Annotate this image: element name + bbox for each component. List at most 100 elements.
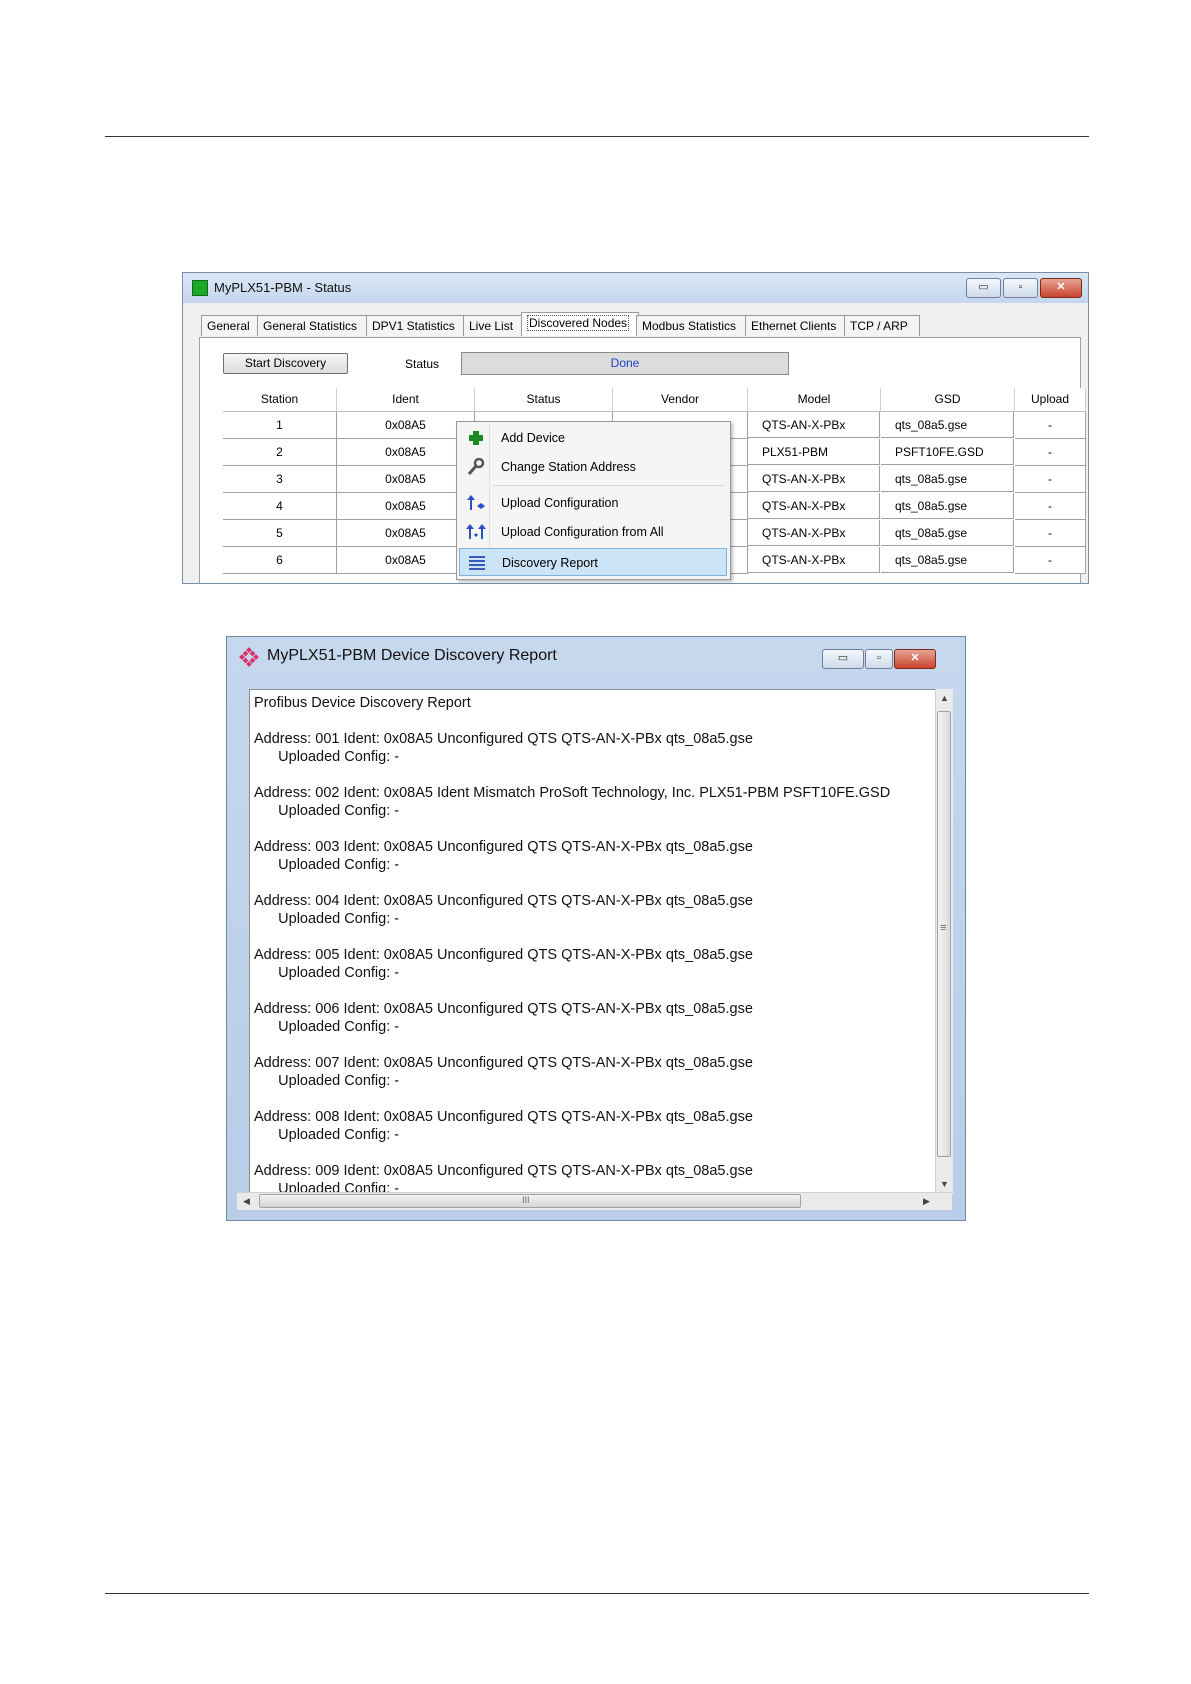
tab-general[interactable]: General [201,315,259,336]
report-text: Profibus Device Discovery Report Address… [254,695,891,1196]
tab-general-statistics[interactable]: General Statistics [257,315,367,336]
report-close-button[interactable]: ✕ [894,649,936,669]
cell-station: 1 [223,412,337,439]
cell-ident: 0x08A5 [337,412,475,439]
menu-item-upload-configuration[interactable]: Upload Configuration [459,489,727,517]
cell-upload: - [1015,412,1086,439]
cell-ident: 0x08A5 [337,520,475,547]
cell-upload: - [1015,547,1086,574]
menu-item-label: Add Device [501,431,565,445]
cell-station: 3 [223,466,337,493]
tab-label: General Statistics [263,319,358,333]
cell-gsd: qts_08a5.gse [881,412,1014,438]
report-maximize-button[interactable]: ▫ [865,649,893,669]
tab-modbus-statistics[interactable]: Modbus Statistics [636,315,746,336]
tab-label: Discovered Nodes [527,315,630,331]
column-header-upload[interactable]: Upload [1015,388,1086,412]
tab-dpv1-statistics[interactable]: DPV1 Statistics [366,315,464,336]
scroll-left-arrow-icon[interactable]: ◀ [243,1196,250,1207]
cell-ident: 0x08A5 [337,547,475,574]
menu-item-label: Discovery Report [502,556,598,570]
column-header-station[interactable]: Station [223,388,337,412]
column-header-vendor[interactable]: Vendor [613,388,748,412]
discovery-report-window: MyPLX51-PBM Device Discovery Report ▭ ▫ … [226,636,966,1221]
tab-tcp-arp[interactable]: TCP / ARP [844,315,920,336]
column-header-ident[interactable]: Ident [337,388,475,412]
cell-model: QTS-AN-X-PBx [748,412,880,438]
cell-gsd: qts_08a5.gse [881,493,1014,519]
status-indicator-icon [192,280,208,296]
cell-gsd: qts_08a5.gse [881,520,1014,546]
upload-arrow-icon [467,495,485,510]
menu-item-upload-configuration-from-all[interactable]: Upload Configuration from All [459,518,727,546]
minimize-button[interactable]: ▭ [966,278,1001,298]
cell-model: QTS-AN-X-PBx [748,493,880,519]
scroll-down-arrow-icon[interactable]: ▼ [940,1179,949,1189]
tab-label: DPV1 Statistics [372,319,455,333]
cell-station: 4 [223,493,337,520]
status-window-title: MyPLX51-PBM - Status [214,280,352,295]
report-list-icon [469,556,485,570]
cell-upload: - [1015,466,1086,493]
cell-station: 6 [223,547,337,574]
cell-ident: 0x08A5 [337,493,475,520]
column-header-status[interactable]: Status [475,388,613,412]
cell-model: QTS-AN-X-PBx [748,466,880,492]
menu-item-discovery-report[interactable]: Discovery Report [459,548,727,576]
cell-ident: 0x08A5 [337,466,475,493]
cell-upload: - [1015,439,1086,466]
tab-label: TCP / ARP [850,319,908,333]
report-window-titlebar[interactable]: MyPLX51-PBM Device Discovery Report ▭ ▫ … [227,637,965,675]
grip-icon: III [522,1195,530,1205]
scroll-right-arrow-icon[interactable]: ▶ [923,1196,930,1207]
cell-gsd: PSFT10FE.GSD [881,439,1014,465]
menu-separator [493,485,725,486]
menu-item-change-station-address[interactable]: Change Station Address [459,453,727,481]
page-footer-rule [105,1593,1089,1594]
report-window-title: MyPLX51-PBM Device Discovery Report [267,647,557,664]
status-value-field: Done [461,352,789,375]
report-text-area[interactable]: Profibus Device Discovery Report Address… [249,689,946,1196]
tab-label: Ethernet Clients [751,319,837,333]
tab-label: Modbus Statistics [642,319,737,333]
menu-item-label: Upload Configuration [501,496,619,510]
cell-gsd: qts_08a5.gse [881,466,1014,492]
report-minimize-button[interactable]: ▭ [822,649,864,669]
cell-upload: - [1015,493,1086,520]
tab-discovered-nodes[interactable]: Discovered Nodes [521,312,639,336]
page-header-rule [105,136,1089,137]
cell-model: QTS-AN-X-PBx [748,547,880,573]
horizontal-scroll-thumb[interactable]: III [259,1194,801,1208]
maximize-button[interactable]: ▫ [1003,278,1038,298]
cell-station: 2 [223,439,337,466]
cell-model: PLX51-PBM [748,439,880,465]
cell-upload: - [1015,520,1086,547]
column-header-model[interactable]: Model [748,388,881,412]
cell-gsd: qts_08a5.gse [881,547,1014,573]
cell-ident: 0x08A5 [337,439,475,466]
horizontal-scrollbar[interactable]: ◀ III ▶ [237,1192,952,1210]
status-label: Status [405,357,440,371]
menu-item-label: Upload Configuration from All [501,525,664,539]
status-window-titlebar[interactable]: MyPLX51-PBM - Status ▭ ▫ ✕ [183,273,1088,303]
start-discovery-button[interactable]: Start Discovery [223,353,348,374]
menu-item-add-device[interactable]: Add Device [459,424,727,452]
tab-label: General [207,319,250,333]
menu-item-label: Change Station Address [501,460,636,474]
cell-model: QTS-AN-X-PBx [748,520,880,546]
context-menu: Add Device Change Station Address Upload… [456,421,731,580]
grip-icon: ≡ [940,922,947,934]
add-plus-icon [469,431,483,445]
tab-ethernet-clients[interactable]: Ethernet Clients [745,315,845,336]
tab-live-list[interactable]: Live List [463,315,523,336]
tab-label: Live List [469,319,514,333]
vertical-scrollbar[interactable]: ▲ ≡ ▼ [935,689,953,1194]
cell-station: 5 [223,520,337,547]
wrench-icon [467,458,485,475]
scroll-up-arrow-icon[interactable]: ▲ [940,693,949,703]
upload-all-icon [466,524,486,539]
close-button[interactable]: ✕ [1040,278,1082,298]
app-logo-icon [239,647,259,667]
vertical-scroll-thumb[interactable]: ≡ [937,711,951,1157]
column-header-gsd[interactable]: GSD [881,388,1015,412]
